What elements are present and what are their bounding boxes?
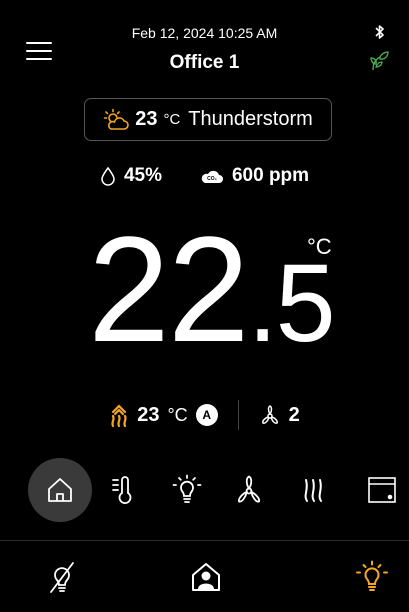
partly-sunny-icon — [103, 108, 129, 132]
bottom-divider — [0, 540, 409, 541]
tab-home[interactable] — [28, 458, 92, 522]
tab-lighting[interactable] — [155, 458, 219, 522]
temp-integer: 22 — [88, 205, 250, 373]
divider — [237, 400, 239, 430]
bluetooth-icon — [374, 24, 386, 40]
light-on-icon — [355, 560, 389, 594]
home-icon — [45, 475, 75, 505]
temp-unit: °C — [307, 234, 332, 259]
fan-icon — [259, 404, 281, 426]
temp-decimal: 5 — [275, 242, 336, 365]
weather-card[interactable]: 23 °C Thunderstorm — [84, 98, 332, 141]
droplet-icon — [100, 166, 116, 186]
co2-value: 600 ppm — [231, 165, 310, 186]
setpoint-unit: °C — [167, 404, 188, 425]
fan-icon — [233, 474, 265, 506]
home-presence-icon — [189, 560, 223, 594]
fan-speed[interactable]: 2 — [289, 404, 300, 427]
presence-button[interactable] — [186, 557, 226, 597]
heating-icon — [299, 475, 329, 505]
weather-unit: °C — [163, 111, 181, 128]
tab-heating[interactable] — [282, 458, 346, 522]
setpoint-row: 23 °C A 2 — [0, 400, 409, 430]
thermometer-icon — [106, 474, 136, 506]
tab-fan[interactable] — [217, 458, 281, 522]
lightbulb-icon — [171, 474, 203, 506]
all-lights-on-button[interactable] — [352, 557, 392, 597]
weather-condition: Thunderstorm — [188, 108, 313, 130]
light-off-icon — [47, 560, 77, 594]
svg-text:CO₂: CO₂ — [207, 176, 217, 182]
hamburger-menu-icon — [26, 42, 52, 45]
room-title: Office 1 — [169, 52, 240, 73]
auto-mode-badge[interactable]: A — [195, 404, 218, 426]
setpoint-value[interactable]: 23 — [137, 404, 159, 427]
environment-readings: 45% CO₂ 600 ppm — [0, 165, 409, 187]
date-time: Feb 12, 2024 10:25 AM — [131, 25, 278, 41]
tab-blinds[interactable] — [350, 458, 409, 522]
co2-cloud-icon: CO₂ — [200, 167, 224, 185]
heating-icon — [109, 402, 129, 428]
blind-icon — [366, 475, 398, 505]
weather-temp: 23 — [135, 108, 158, 130]
humidity-value: 45% — [123, 165, 162, 186]
current-temperature: 22.5 — [88, 205, 336, 373]
tab-temperature[interactable] — [89, 458, 153, 522]
leaf-icon — [370, 50, 390, 72]
all-lights-off-button[interactable] — [42, 557, 82, 597]
